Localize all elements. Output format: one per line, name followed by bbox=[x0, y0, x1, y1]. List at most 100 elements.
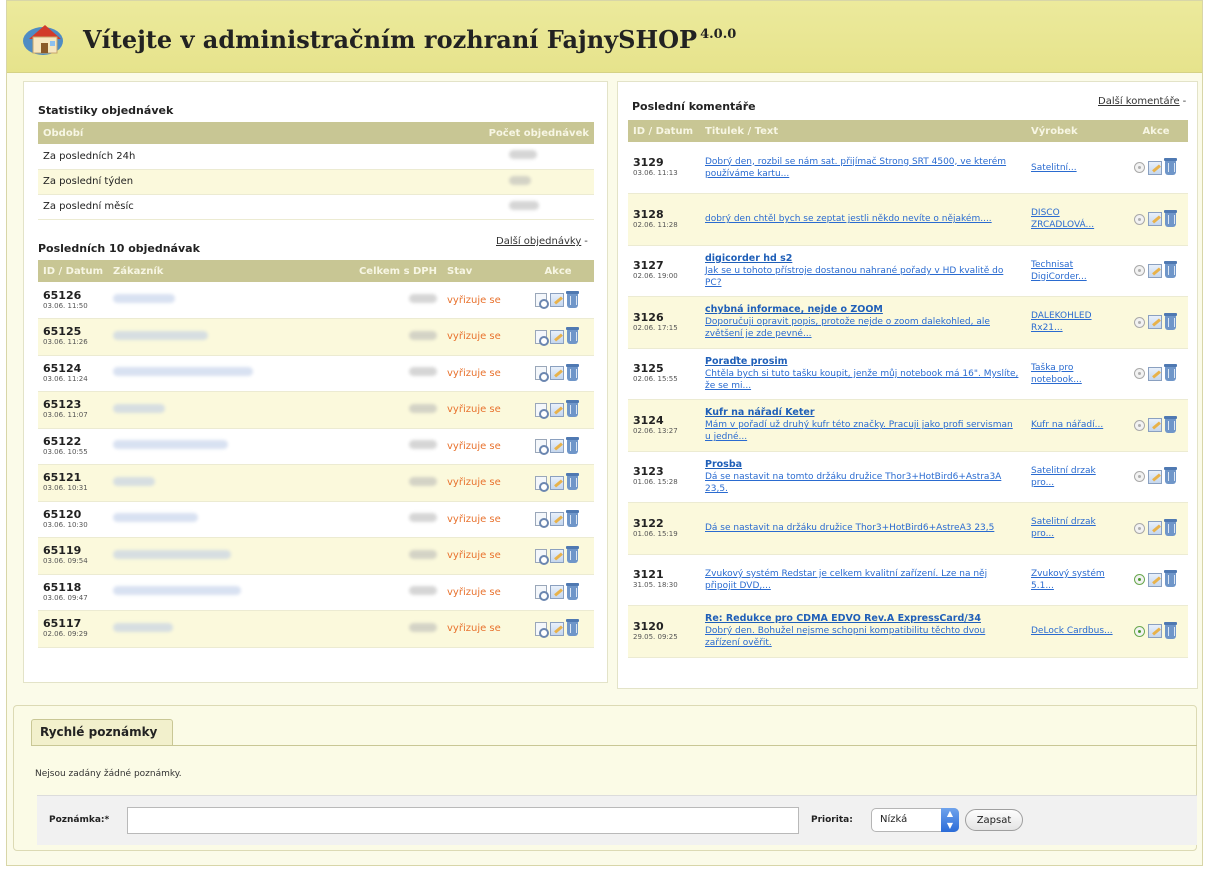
order-id[interactable]: 65126 bbox=[43, 289, 103, 302]
comment-title[interactable]: Prosba bbox=[705, 459, 1021, 471]
redacted-customer[interactable] bbox=[113, 476, 156, 486]
redacted-customer[interactable] bbox=[113, 513, 199, 523]
edit-icon[interactable] bbox=[550, 512, 564, 527]
edit-icon[interactable] bbox=[1147, 366, 1162, 381]
comment-text[interactable]: Doporučuji opravit popis, protože nejde … bbox=[705, 316, 1021, 340]
comment-text[interactable]: Zvukový systém Redstar je celkem kvalitn… bbox=[705, 568, 1021, 592]
comment-title[interactable]: Poraďte prosim bbox=[705, 356, 1021, 368]
comment-product-link[interactable]: DISCO ZRCADLOVÁ... bbox=[1031, 207, 1119, 231]
comment-text[interactable]: Chtěla bych si tuto tašku koupit, jenže … bbox=[705, 368, 1021, 392]
delete-icon[interactable] bbox=[1163, 621, 1177, 639]
order-id[interactable]: 65121 bbox=[43, 472, 103, 484]
edit-icon[interactable] bbox=[1147, 263, 1162, 278]
more-comments-label[interactable]: Další komentáře bbox=[1098, 96, 1180, 107]
comment-title[interactable]: digicorder hd s2 bbox=[705, 253, 1021, 265]
delete-icon[interactable] bbox=[566, 509, 579, 527]
redacted-customer[interactable] bbox=[113, 403, 166, 413]
edit-icon[interactable] bbox=[550, 621, 564, 636]
delete-icon[interactable] bbox=[1163, 570, 1177, 588]
delete-icon[interactable] bbox=[1163, 364, 1177, 382]
order-id[interactable]: 65122 bbox=[43, 435, 103, 448]
delete-icon[interactable] bbox=[1163, 518, 1177, 536]
redacted-customer[interactable] bbox=[113, 440, 229, 450]
view-icon[interactable] bbox=[535, 512, 549, 529]
comment-title[interactable]: Re: Redukce pro CDMA EDVO Rev.A ExpressC… bbox=[705, 613, 1021, 625]
approve-icon[interactable] bbox=[1133, 265, 1145, 277]
comment-text[interactable]: Mám v pořadí už druhý kufr této značky. … bbox=[705, 419, 1021, 443]
comment-product-link[interactable]: DALEKOHLED Rx21... bbox=[1031, 310, 1119, 334]
edit-icon[interactable] bbox=[550, 293, 564, 307]
delete-icon[interactable] bbox=[1163, 158, 1177, 175]
edit-icon[interactable] bbox=[550, 548, 564, 563]
comment-text[interactable]: Dá se nastavit na tomto držáku družice T… bbox=[705, 471, 1021, 495]
redacted-customer[interactable] bbox=[113, 367, 254, 377]
comment-title[interactable]: chybná informace, nejde o ZOOM bbox=[705, 304, 1021, 316]
redacted-customer[interactable] bbox=[113, 586, 242, 596]
redacted-customer[interactable] bbox=[113, 294, 176, 303]
order-id[interactable]: 65124 bbox=[43, 362, 103, 375]
view-icon[interactable] bbox=[535, 329, 549, 346]
order-id[interactable]: 65123 bbox=[43, 399, 103, 411]
comment-product-link[interactable]: Technisat DigiCorder... bbox=[1031, 259, 1119, 283]
delete-icon[interactable] bbox=[566, 290, 579, 308]
more-orders-label[interactable]: Další objednávky bbox=[496, 236, 581, 247]
delete-icon[interactable] bbox=[566, 546, 579, 564]
order-id[interactable]: 65120 bbox=[43, 508, 103, 521]
comment-text[interactable]: Dá se nastavit na držáku družice Thor3+H… bbox=[705, 522, 1021, 534]
edit-icon[interactable] bbox=[550, 402, 564, 417]
approve-icon[interactable] bbox=[1133, 419, 1145, 431]
view-icon[interactable] bbox=[535, 548, 549, 565]
delete-icon[interactable] bbox=[566, 619, 579, 637]
note-input[interactable] bbox=[127, 807, 799, 834]
order-id[interactable]: 65125 bbox=[43, 326, 103, 338]
view-icon[interactable] bbox=[535, 585, 549, 602]
more-comments-link[interactable]: Další komentáře - bbox=[1098, 96, 1186, 107]
comment-product-link[interactable]: Satelitní drzak pro... bbox=[1031, 516, 1119, 540]
comment-product-link[interactable]: Zvukový systém 5.1... bbox=[1031, 568, 1119, 592]
delete-icon[interactable] bbox=[1163, 261, 1177, 279]
redacted-customer[interactable] bbox=[113, 549, 232, 559]
delete-icon[interactable] bbox=[1163, 467, 1177, 485]
edit-icon[interactable] bbox=[1147, 160, 1162, 175]
view-icon[interactable] bbox=[535, 439, 549, 456]
edit-icon[interactable] bbox=[550, 585, 564, 600]
delete-icon[interactable] bbox=[566, 436, 579, 454]
approve-icon[interactable] bbox=[1133, 522, 1145, 534]
approve-icon[interactable] bbox=[1133, 316, 1145, 328]
view-icon[interactable] bbox=[535, 475, 549, 492]
approve-icon[interactable] bbox=[1133, 368, 1145, 380]
edit-icon[interactable] bbox=[550, 475, 564, 490]
approve-icon[interactable] bbox=[1133, 471, 1145, 483]
comment-product-link[interactable]: Satelitní drzak pro... bbox=[1031, 465, 1119, 489]
edit-icon[interactable] bbox=[1147, 469, 1162, 484]
edit-icon[interactable] bbox=[1147, 624, 1162, 639]
edit-icon[interactable] bbox=[1147, 315, 1162, 330]
edit-icon[interactable] bbox=[550, 329, 564, 344]
delete-icon[interactable] bbox=[566, 473, 579, 491]
comment-text[interactable]: Dobrý den. Bohužel nejsme schopni kompat… bbox=[705, 625, 1021, 649]
view-icon[interactable] bbox=[535, 293, 549, 309]
edit-icon[interactable] bbox=[550, 439, 564, 454]
comment-product-link[interactable]: Satelitní... bbox=[1031, 162, 1119, 174]
comment-text[interactable]: Jak se u tohoto přístroje dostanou nahra… bbox=[705, 265, 1021, 289]
submit-note-button[interactable]: Zapsat bbox=[965, 809, 1023, 831]
delete-icon[interactable] bbox=[566, 327, 579, 345]
delete-icon[interactable] bbox=[1163, 209, 1177, 227]
edit-icon[interactable] bbox=[1147, 572, 1162, 587]
order-id[interactable]: 65119 bbox=[43, 545, 103, 557]
redacted-customer[interactable] bbox=[113, 622, 174, 632]
delete-icon[interactable] bbox=[566, 400, 579, 418]
order-id[interactable]: 65117 bbox=[43, 618, 103, 630]
edit-icon[interactable] bbox=[550, 366, 564, 381]
more-orders-link[interactable]: Další objednávky - bbox=[496, 236, 588, 247]
comment-text[interactable]: dobrý den chtěl bych se zeptat jestli ně… bbox=[705, 213, 1021, 225]
order-id[interactable]: 65118 bbox=[43, 581, 103, 594]
edit-icon[interactable] bbox=[1147, 418, 1162, 433]
delete-icon[interactable] bbox=[566, 582, 579, 600]
view-icon[interactable] bbox=[535, 402, 549, 419]
comment-product-link[interactable]: Kufr na nářadí... bbox=[1031, 419, 1119, 431]
approve-icon[interactable] bbox=[1133, 213, 1145, 225]
approve-icon[interactable] bbox=[1133, 162, 1145, 173]
delete-icon[interactable] bbox=[1163, 415, 1177, 433]
edit-icon[interactable] bbox=[1147, 521, 1162, 536]
